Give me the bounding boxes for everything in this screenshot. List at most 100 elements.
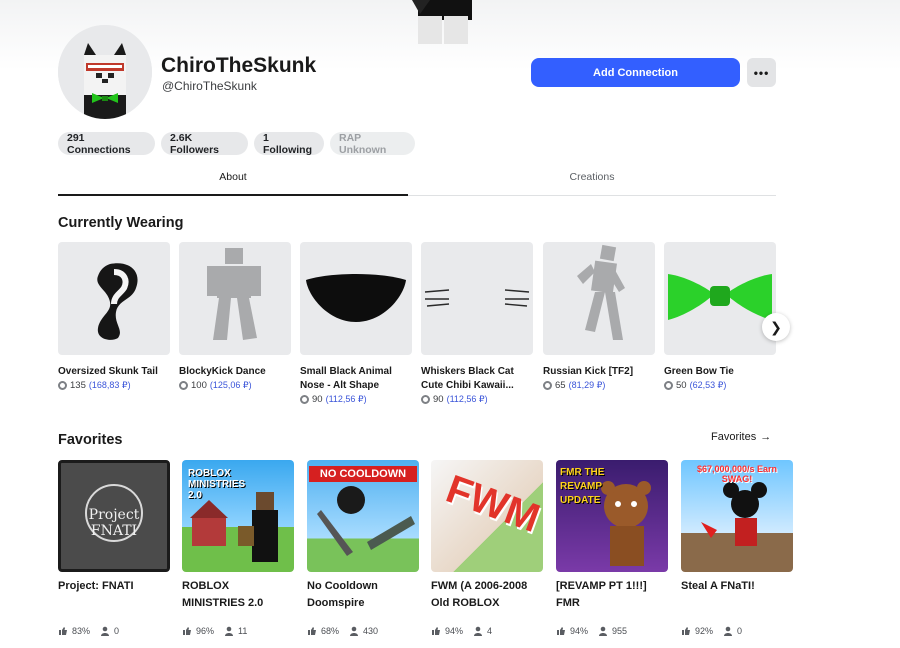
robux-icon: [543, 381, 552, 390]
thumbs-up-icon: [682, 627, 690, 635]
game-players: 430: [363, 626, 379, 636]
display-name: ChiroTheSkunk: [161, 54, 317, 77]
thumb-caption: FMR THE REVAMP UPDATE: [560, 467, 605, 506]
black-nose-icon: [306, 274, 406, 322]
wearing-item[interactable]: Oversized Skunk Tail 135 (168,83 ₽): [58, 242, 170, 391]
wearing-item[interactable]: Russian Kick [TF2] 65 (81,29 ₽): [543, 242, 655, 391]
favorite-game[interactable]: $67,000,000/s Earn SWAG! Steal A FNaTI! …: [681, 460, 793, 636]
item-thumbnail: [421, 242, 533, 355]
game-rating: 92%: [695, 626, 714, 636]
item-thumbnail: [300, 242, 412, 355]
game-rating: 94%: [570, 626, 589, 636]
item-thumbnail: [543, 242, 655, 355]
favorite-game[interactable]: Project FNATI Project: FNATI 83% 0: [58, 460, 170, 636]
local-price: (81,29 ₽): [568, 380, 606, 390]
username: @ChiroTheSkunk: [162, 79, 257, 93]
game-name: No Cooldown Doomspire: [307, 580, 378, 609]
players-icon: [225, 626, 234, 636]
game-name: ROBLOX MINISTRIES 2.0: [182, 580, 264, 609]
game-thumbnail: ROBLOX MINISTRIES 2.0: [182, 460, 294, 572]
followers-pill[interactable]: 2.6K Followers: [161, 132, 248, 156]
add-connection-button[interactable]: Add Connection: [531, 58, 740, 87]
carousel-next-button[interactable]: ❯: [762, 313, 790, 341]
players-icon: [474, 626, 483, 636]
tab-creations[interactable]: Creations: [408, 168, 776, 196]
item-thumbnail: [58, 242, 170, 355]
robux-icon: [58, 381, 67, 390]
game-players: 0: [114, 626, 120, 636]
players-icon: [350, 626, 359, 636]
currently-wearing-title: Currently Wearing: [58, 215, 184, 231]
local-price: (62,53 ₽): [689, 380, 727, 390]
game-thumbnail: $67,000,000/s Earn SWAG!: [681, 460, 793, 572]
item-price: 90 (112,56 ₽): [300, 394, 412, 405]
local-price: (168,83 ₽): [88, 380, 131, 390]
skunk-tail-icon: [97, 263, 138, 340]
thumbs-up-icon: [308, 627, 316, 635]
wearing-item[interactable]: Small Black Animal Nose - Alt Shape 90 (…: [300, 242, 412, 405]
item-price: 100 (125,06 ₽): [179, 380, 291, 391]
more-icon: •••: [753, 65, 770, 80]
thumb-caption: FWM: [440, 467, 543, 542]
wearing-item[interactable]: BlockyKick Dance 100 (125,06 ₽): [179, 242, 291, 391]
game-players: 11: [238, 626, 248, 636]
game-stats: 68% 430: [307, 626, 419, 636]
game-thumbnail: Project FNATI: [58, 460, 170, 572]
robux-icon: [421, 395, 430, 404]
connections-pill[interactable]: 291 Connections: [58, 132, 155, 156]
green-bow-tie-icon: [668, 274, 772, 320]
robux-icon: [664, 381, 673, 390]
avatar[interactable]: [58, 25, 152, 119]
players-icon: [599, 626, 608, 636]
game-thumbnail: NO COOLDOWN: [307, 460, 419, 572]
chevron-right-icon: ❯: [770, 318, 782, 335]
favorite-game[interactable]: NO COOLDOWN No Cooldown Doomspire 68% 43…: [307, 460, 419, 636]
item-thumbnail: [179, 242, 291, 355]
game-stats: 94% 4: [431, 626, 543, 636]
avatar-body-preview: [412, 0, 472, 44]
game-players: 955: [612, 626, 628, 636]
game-thumbnail: FMR THE REVAMP UPDATE: [556, 460, 668, 572]
favorite-game[interactable]: FWM FWM (A 2006-2008 Old ROBLOX 94% 4: [431, 460, 543, 636]
item-name: Small Black Animal Nose - Alt Shape: [300, 366, 392, 391]
favorite-game[interactable]: FMR THE REVAMP UPDATE [REVAMP PT 1!!!] F…: [556, 460, 668, 636]
following-pill[interactable]: 1 Following: [254, 132, 324, 156]
game-stats: 83% 0: [58, 626, 170, 636]
thumbs-up-icon: [59, 627, 67, 635]
thumbs-up-icon: [432, 627, 440, 635]
favorites-title: Favorites: [58, 432, 123, 448]
tab-about[interactable]: About: [58, 168, 408, 196]
robux-icon: [300, 395, 309, 404]
game-rating: 94%: [445, 626, 464, 636]
favorites-link-label: Favorites: [711, 431, 757, 443]
game-rating: 83%: [72, 626, 91, 636]
favorite-game[interactable]: ROBLOX MINISTRIES 2.0 ROBLOX MINISTRIES …: [182, 460, 294, 636]
thumbs-up-icon: [183, 627, 191, 635]
rap-pill: RAP Unknown: [330, 132, 415, 156]
favorites-see-all-link[interactable]: Favorites →: [711, 431, 771, 443]
robux-icon: [179, 381, 188, 390]
game-stats: 96% 11: [182, 626, 294, 636]
game-stats: 92% 0: [681, 626, 793, 636]
game-players: 0: [737, 626, 743, 636]
local-price: (112,56 ₽): [446, 394, 488, 404]
players-icon: [101, 626, 110, 636]
game-thumbnail: FWM: [431, 460, 543, 572]
wearing-item[interactable]: Green Bow Tie 50 (62,53 ₽): [664, 242, 776, 391]
thumb-caption: NO COOLDOWN: [309, 466, 417, 482]
mannequin-dance-icon: [207, 248, 261, 340]
thumb-caption: ROBLOX MINISTRIES 2.0: [188, 468, 246, 501]
robux-amount: 100: [191, 380, 207, 391]
thumb-caption: Project FNATI: [88, 507, 140, 539]
robux-amount: 90: [433, 394, 444, 405]
more-options-button[interactable]: •••: [747, 58, 776, 87]
thumb-caption: $67,000,000/s Earn SWAG!: [696, 464, 778, 484]
item-price: 90 (112,56 ₽): [421, 394, 533, 405]
item-price: 135 (168,83 ₽): [58, 380, 170, 391]
robux-amount: 65: [555, 380, 566, 391]
local-price: (112,56 ₽): [325, 394, 367, 404]
arrow-right-icon: →: [760, 431, 772, 443]
robux-amount: 90: [312, 394, 323, 405]
game-name: Steal A FNaTI!: [681, 580, 755, 592]
wearing-item[interactable]: Whiskers Black Cat Cute Chibi Kawaii... …: [421, 242, 533, 405]
